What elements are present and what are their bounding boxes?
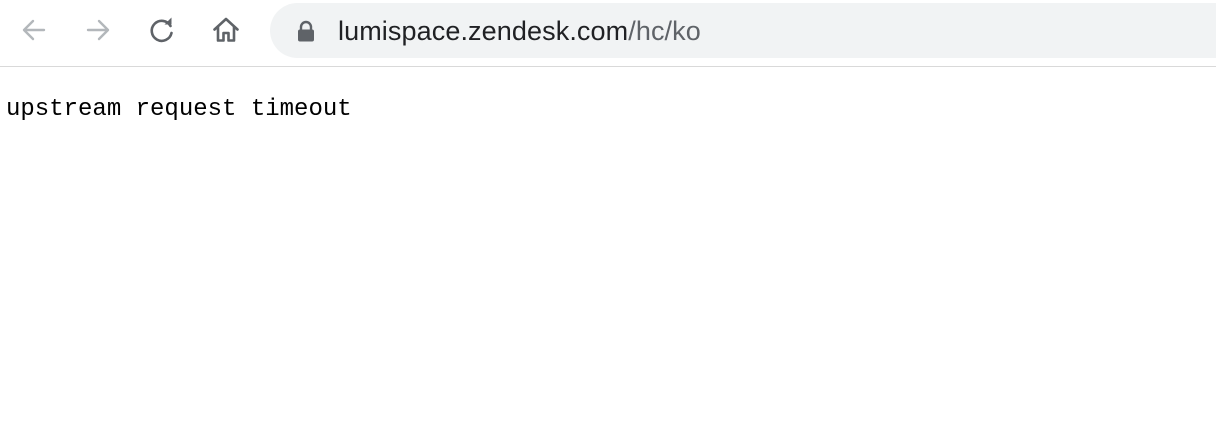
error-message: upstream request timeout <box>6 96 352 123</box>
browser-toolbar: lumispace.zendesk.com/hc/ko <box>0 0 1216 67</box>
home-icon <box>213 17 239 42</box>
address-bar[interactable]: lumispace.zendesk.com/hc/ko <box>270 3 1216 58</box>
url-text[interactable]: lumispace.zendesk.com/hc/ko <box>338 16 701 46</box>
url-path: /hc/ko <box>628 16 701 46</box>
back-button[interactable] <box>16 12 52 48</box>
forward-button[interactable] <box>80 12 116 48</box>
home-button[interactable] <box>208 12 244 48</box>
arrow-left-icon <box>22 19 46 41</box>
reload-button[interactable] <box>144 12 180 48</box>
reload-icon <box>150 17 173 43</box>
lock-icon[interactable] <box>296 20 316 42</box>
url-host: lumispace.zendesk.com <box>338 16 629 46</box>
page-content: upstream request timeout <box>0 68 1216 448</box>
arrow-right-icon <box>86 19 110 41</box>
